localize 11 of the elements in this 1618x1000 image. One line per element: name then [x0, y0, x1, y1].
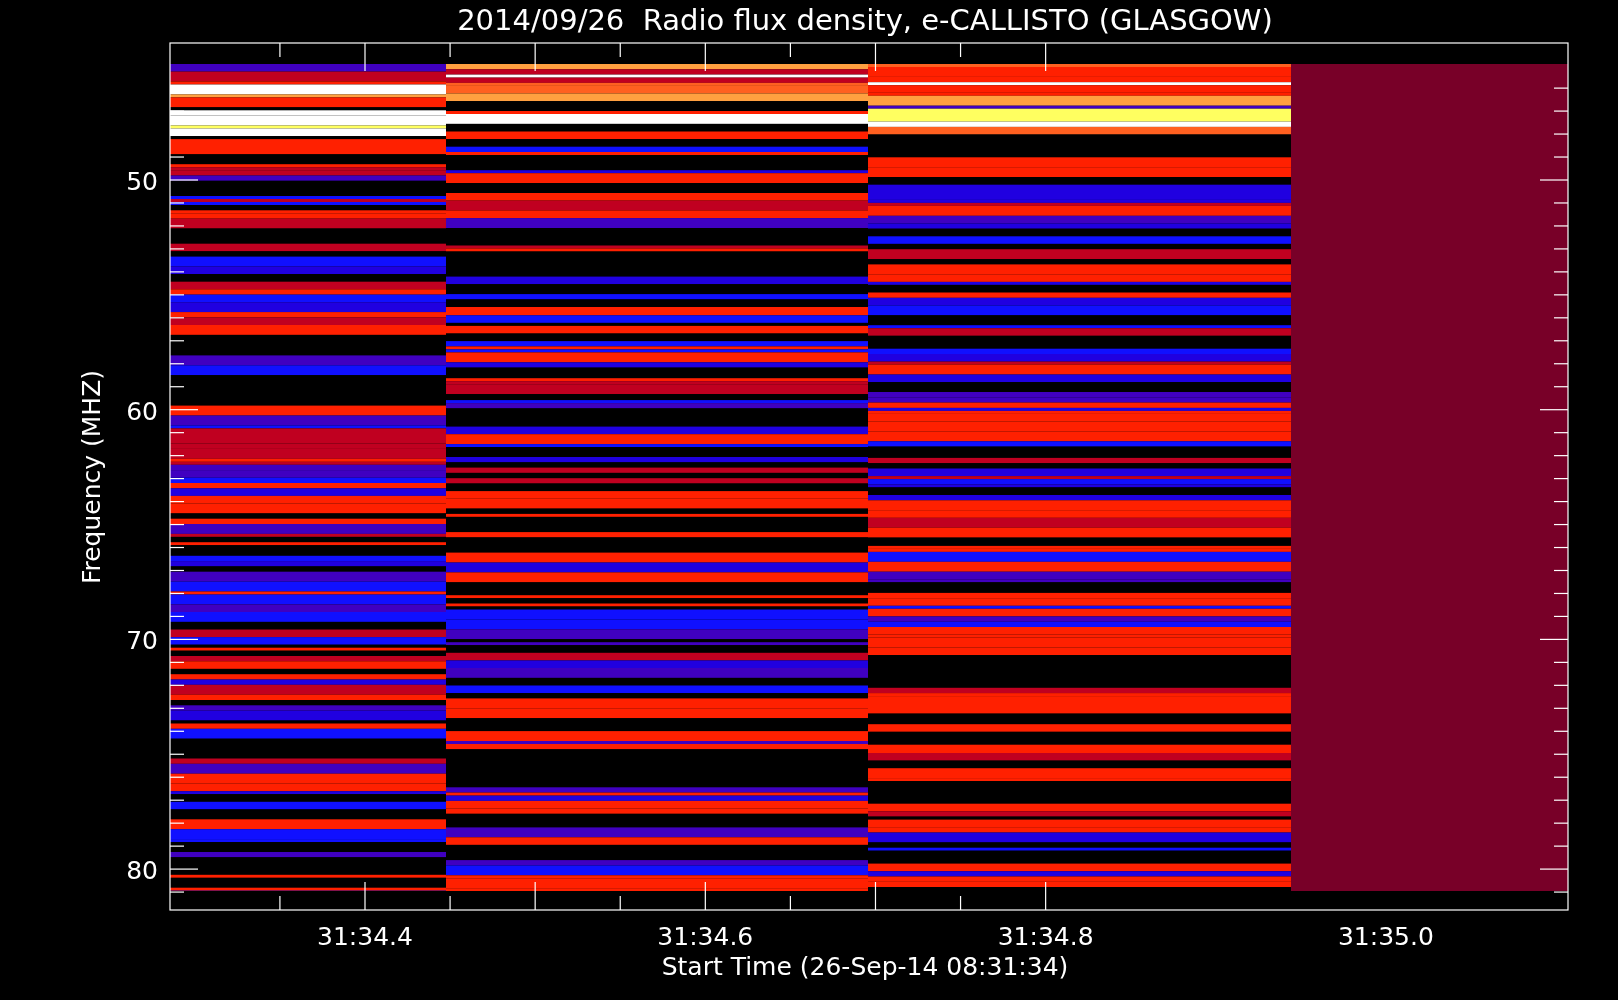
axis-title: Start Time (26-Sep-14 08:31:34) [661, 952, 1069, 981]
y-tick-label: 60 [126, 396, 158, 426]
x-tick-label: 31:34.6 [657, 922, 754, 951]
x-tick-label: 31:34.8 [997, 922, 1094, 951]
chart-title: 2014/09/26 Radio flux density, e-CALLISTO (GLASGOW) [457, 3, 1273, 37]
y-tick-label: 70 [126, 626, 158, 656]
y-tick-label: 80 [126, 856, 158, 886]
x-tick-label: 31:35.0 [1337, 922, 1434, 951]
axis-title: Frequency (MHZ) [77, 369, 106, 585]
x-tick-label: 31:34.4 [317, 922, 413, 951]
y-tick-label: 50 [126, 167, 158, 196]
